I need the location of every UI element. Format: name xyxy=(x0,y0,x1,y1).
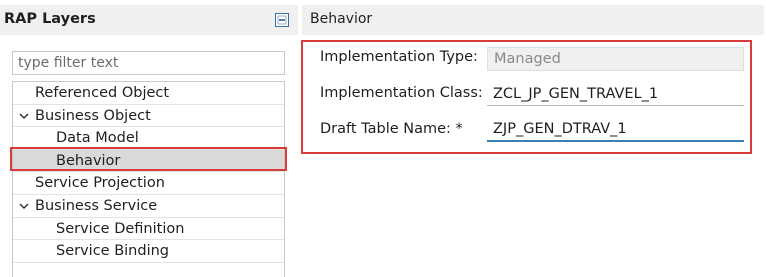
draft-table-name-field[interactable] xyxy=(487,118,744,142)
chevron-down-icon[interactable] xyxy=(18,105,30,127)
draft-table-name-label: Draft Table Name: * xyxy=(320,121,463,137)
tree-item-label: Service Binding xyxy=(56,243,169,260)
tree-item-label: Business Object xyxy=(35,107,151,124)
behavior-section-header: Behavior xyxy=(302,5,764,35)
filter-input[interactable] xyxy=(12,51,285,75)
tree-item-service-definition[interactable]: Service Definition xyxy=(13,218,284,241)
tree-item-business-service[interactable]: Business Service xyxy=(13,195,284,218)
rap-layers-title: RAP Layers xyxy=(4,11,96,27)
chevron-down-icon[interactable] xyxy=(18,195,30,217)
implementation-type-field xyxy=(487,47,744,71)
behavior-section-title: Behavior xyxy=(310,11,373,27)
tree-item-label: Data Model xyxy=(56,130,139,147)
collapse-all-icon[interactable] xyxy=(274,12,290,28)
tree-item-label: Service Projection xyxy=(35,175,165,192)
rap-layers-header: RAP Layers xyxy=(0,5,298,35)
implementation-class-label: Implementation Class: * xyxy=(320,85,495,101)
implementation-type-label: Implementation Type: xyxy=(320,49,478,65)
tree-item-label: Service Definition xyxy=(56,220,185,237)
tree-item-referenced-object[interactable]: Referenced Object xyxy=(13,82,284,105)
selection-highlight-outline xyxy=(10,147,287,171)
rap-layers-tree: Referenced Object Business Object Data M… xyxy=(12,81,285,277)
tree-item-service-projection[interactable]: Service Projection xyxy=(13,172,284,195)
tree-item-label: Business Service xyxy=(35,198,158,214)
implementation-class-field[interactable] xyxy=(487,82,744,106)
tree-item-business-object[interactable]: Business Object xyxy=(13,105,284,128)
tree-item-service-binding[interactable]: Service Binding xyxy=(13,240,284,263)
tree-item-label: Referenced Object xyxy=(35,85,170,101)
